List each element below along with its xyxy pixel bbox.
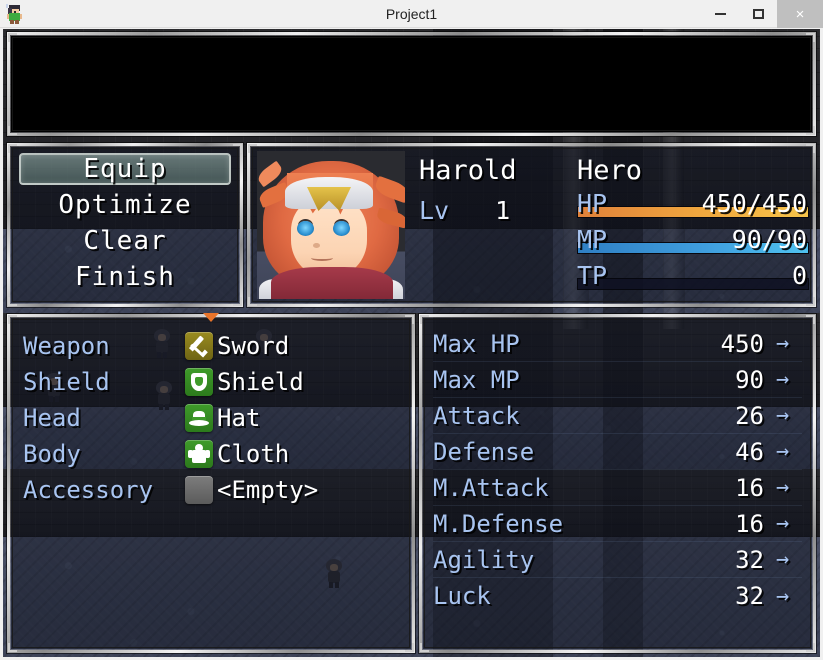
command-item-equip[interactable]: Equip [17,151,233,187]
cursor-arrow-icon [203,313,219,322]
equip-slot-list: Weapon Sword Shield Shield Head Hat Body… [11,318,411,508]
command-item-finish[interactable]: Finish [17,259,233,295]
right-arrow-icon: → [776,547,790,572]
actor-name: Harold [419,155,517,186]
param-value: 16 [735,473,764,502]
tp-gauge-row: TP 0 [577,261,809,294]
slot-item-name: Sword [217,332,290,360]
param-label: Attack [433,401,520,430]
equip-slot-row-accessory[interactable]: Accessory <Empty> [23,472,399,508]
param-label: Luck [433,582,491,610]
game-viewport[interactable]: Equip Optimize Clear Finish Harold Lv 1 … [3,29,820,657]
command-item-clear[interactable]: Clear [17,223,233,259]
equip-slot-row-body[interactable]: Body Cloth [23,436,399,472]
param-value: 26 [735,401,764,430]
param-label: Max HP [433,329,520,358]
param-row-agility: Agility 32 → [433,542,802,578]
help-text [11,36,812,52]
command-label: Optimize [58,190,192,220]
slot-label: Accessory [23,476,154,504]
right-arrow-icon: → [776,403,790,428]
slot-label: Weapon [23,332,110,360]
maximize-icon [752,9,764,19]
title-bar: Project1 × [0,0,823,28]
actor-status-window: Harold Lv 1 Hero HP 450/450 MP 90/90 TP … [247,143,816,307]
param-value: 90 [735,365,764,394]
actor-name-block: Harold Lv 1 [419,155,589,225]
param-status-window: Max HP 450 → Max MP 90 → Attack 26 → Def… [419,314,816,653]
level-value: 1 [495,196,511,225]
maximize-button[interactable] [739,0,777,28]
right-arrow-icon: → [776,439,790,464]
app-icon [4,3,26,25]
right-arrow-icon: → [776,367,790,392]
param-label: Agility [433,545,535,574]
application-window: Project1 × Equip Optimize Clear Finish H… [0,0,823,660]
command-label: Finish [75,262,175,292]
param-label: M.Attack [433,473,549,502]
right-arrow-icon: → [776,475,790,500]
slot-item-name: Shield [217,368,304,396]
equip-slot-row-shield[interactable]: Shield Shield [23,364,399,400]
slot-item-name: <Empty> [217,476,319,504]
param-value: 32 [735,582,764,610]
command-label: Equip [83,154,167,184]
param-value: 450 [720,329,764,358]
command-list: Equip Optimize Clear Finish [11,147,239,295]
slot-label: Shield [23,368,110,396]
close-button[interactable]: × [777,0,823,28]
level-label: Lv [419,196,450,225]
param-value: 32 [735,545,764,574]
hat-icon [185,404,213,432]
param-row-luck: Luck 32 → [433,578,802,614]
hp-label: HP [577,189,608,218]
equip-slot-window[interactable]: Weapon Sword Shield Shield Head Hat Body… [7,313,415,653]
sword-icon [185,332,213,360]
equip-slot-row-weapon[interactable]: Weapon Sword [23,328,399,364]
slot-item-name: Cloth [217,440,290,468]
mp-label: MP [577,225,608,254]
param-row-m-defense: M.Defense 16 → [433,506,802,542]
tp-gauge-track [577,278,809,290]
actor-level-row: Lv 1 [419,196,589,225]
minimize-icon [714,13,726,15]
param-row-max-hp: Max HP 450 → [433,326,802,362]
param-row-attack: Attack 26 → [433,398,802,434]
help-window [7,32,816,136]
param-value: 46 [735,437,764,466]
param-label: Defense [433,437,535,466]
actor-gauges-block: Hero HP 450/450 MP 90/90 TP 0 [577,155,809,294]
param-label: Max MP [433,365,520,394]
right-arrow-icon: → [776,583,790,609]
window-title: Project1 [385,6,438,22]
equip-slot-row-head[interactable]: Head Hat [23,400,399,436]
param-row-max-mp: Max MP 90 → [433,362,802,398]
mp-value: 90/90 [731,225,807,254]
cloth-icon [185,440,213,468]
minimize-button[interactable] [701,0,739,28]
command-label: Clear [83,226,167,256]
command-item-optimize[interactable]: Optimize [17,187,233,223]
tp-value: 0 [791,261,807,290]
mp-gauge-row: MP 90/90 [577,225,809,258]
param-row-defense: Defense 46 → [433,434,802,470]
empty-icon [185,476,213,504]
right-arrow-icon: → [776,331,790,356]
slot-label: Body [23,440,81,468]
slot-item-name: Hat [217,404,261,432]
tp-label: TP [577,261,608,290]
hp-value: 450/450 [701,189,807,218]
actor-face-portrait [257,151,405,299]
slot-label: Head [23,404,81,432]
param-value: 16 [735,509,764,538]
shield-icon [185,368,213,396]
command-window[interactable]: Equip Optimize Clear Finish [7,143,243,307]
right-arrow-icon: → [776,511,790,536]
param-row-m-attack: M.Attack 16 → [433,470,802,506]
window-controls: × [701,0,823,28]
hp-gauge-row: HP 450/450 [577,189,809,222]
param-list: Max HP 450 → Max MP 90 → Attack 26 → Def… [423,318,812,614]
param-label: M.Defense [433,509,564,538]
actor-class: Hero [577,155,643,186]
